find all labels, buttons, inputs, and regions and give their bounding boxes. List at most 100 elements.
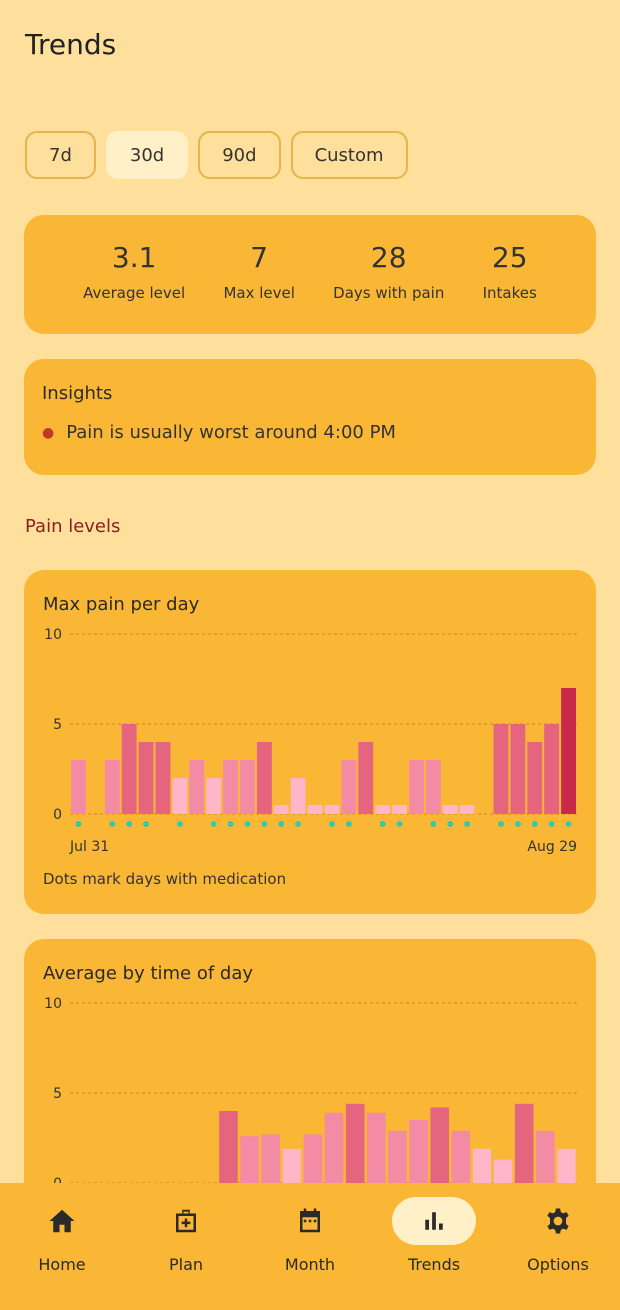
bar (493, 1159, 513, 1183)
bar (172, 778, 188, 814)
bar (472, 1148, 492, 1183)
nav-label: Month (284, 1255, 336, 1274)
medication-dot (328, 821, 335, 827)
insight-text: Pain is usually worst around 4:00 PM (66, 422, 396, 443)
medication-dot (464, 821, 471, 827)
bar-chart-icon (425, 1212, 443, 1230)
medication-dot (497, 821, 504, 827)
bullet-icon: ● (42, 424, 55, 441)
bar (256, 742, 272, 814)
stat-days-with-pain: 28 Days with pain (333, 215, 444, 334)
medication-dot (379, 821, 386, 827)
bar (219, 1111, 238, 1183)
insight-item: ● Pain is usually worst around 4:00 PM (42, 422, 578, 443)
stat-label: Average level (83, 284, 186, 302)
stat-max-level: 7 Max level (223, 215, 294, 334)
bar (307, 805, 323, 814)
nav-label: Trends (407, 1255, 461, 1274)
section-title-pain-levels: Pain levels (25, 516, 121, 537)
bar (341, 760, 357, 814)
bar (561, 688, 576, 814)
stat-value: 28 (370, 241, 407, 274)
x-axis-start-label: Jul 31 (69, 839, 109, 855)
page-title: Trends (25, 28, 117, 61)
stat-label: Max level (223, 284, 295, 302)
medication-dot (565, 821, 572, 827)
medication-dot (447, 821, 454, 827)
nav-month[interactable]: Month (255, 1183, 365, 1310)
medication-dot (176, 821, 183, 827)
y-tick-label: 10 (44, 996, 62, 1012)
bar (223, 760, 238, 814)
nav-label: Options (527, 1255, 589, 1274)
nav-icon-wrap (144, 1197, 228, 1245)
chart-title: Max pain per day (43, 594, 200, 615)
nav-icon-wrap (392, 1197, 476, 1245)
nav-label: Plan (168, 1255, 204, 1274)
bar (557, 1148, 576, 1183)
bar (189, 760, 205, 814)
medication-dot (295, 821, 302, 827)
bar (459, 805, 475, 814)
bar (388, 1130, 407, 1183)
medication-dot (514, 821, 521, 827)
y-tick-label: 0 (53, 807, 62, 823)
medication-dot (548, 821, 555, 827)
bar (282, 1148, 302, 1183)
bar (240, 1136, 259, 1183)
bar (536, 1130, 555, 1183)
y-tick-label: 5 (53, 717, 62, 733)
chart-caption: Dots mark days with medication (43, 870, 287, 888)
bar (324, 805, 340, 814)
nav-home[interactable]: Home (7, 1183, 117, 1310)
bar (451, 1130, 471, 1183)
medication-dot (75, 821, 82, 827)
stat-label: Intakes (482, 284, 537, 302)
x-axis-end-label: Aug 29 (527, 839, 577, 855)
bar (425, 760, 441, 814)
nav-plan[interactable]: Plan (131, 1183, 241, 1310)
nav-options[interactable]: Options (503, 1183, 613, 1310)
bar (261, 1134, 280, 1183)
y-tick-label: 5 (53, 1086, 62, 1102)
bar (544, 724, 560, 814)
bar (367, 1112, 386, 1183)
insights-title: Insights (42, 383, 113, 404)
range-custom-button[interactable]: Custom (290, 131, 408, 179)
insights-card: Insights ● Pain is usually worst around … (24, 359, 596, 475)
bar (409, 1120, 428, 1183)
nav-trends[interactable]: Trends (379, 1183, 489, 1310)
nav-icon-wrap (20, 1197, 104, 1245)
medication-dot (143, 821, 150, 827)
range-selector: 7d 30d 90d Custom (25, 131, 408, 179)
nav-icon-wrap (268, 1197, 352, 1245)
stats-card: 3.1 Average level 7 Max level 28 Days wi… (24, 215, 596, 334)
medication-dot (126, 821, 133, 827)
bar (121, 724, 137, 814)
bar (104, 760, 120, 814)
bar (240, 760, 255, 814)
stat-label: Days with pain (333, 284, 445, 302)
medication-dot (261, 821, 268, 827)
range-30d-button[interactable]: 30d (105, 131, 189, 179)
max-pain-chart: 10 5 0 Jul 31 Aug 29 (44, 627, 577, 855)
bar (155, 742, 171, 814)
bar (206, 778, 222, 814)
medication-dot (244, 821, 251, 827)
stat-intakes: 25 Intakes (483, 215, 537, 334)
stat-average-level: 3.1 Average level (83, 215, 185, 334)
bar (493, 724, 509, 814)
medication-dot (227, 821, 234, 827)
chart-title: Average by time of day (43, 963, 254, 984)
bar (290, 778, 306, 814)
range-7d-button[interactable]: 7d (25, 131, 96, 179)
bar (527, 742, 543, 814)
y-tick-label: 10 (44, 627, 62, 643)
medication-dot (396, 821, 403, 827)
stat-value: 3.1 (111, 241, 157, 274)
range-90d-button[interactable]: 90d (198, 131, 281, 179)
bar (273, 805, 289, 814)
bar (345, 1103, 365, 1183)
gear-icon (547, 1208, 569, 1234)
bar (392, 805, 407, 814)
